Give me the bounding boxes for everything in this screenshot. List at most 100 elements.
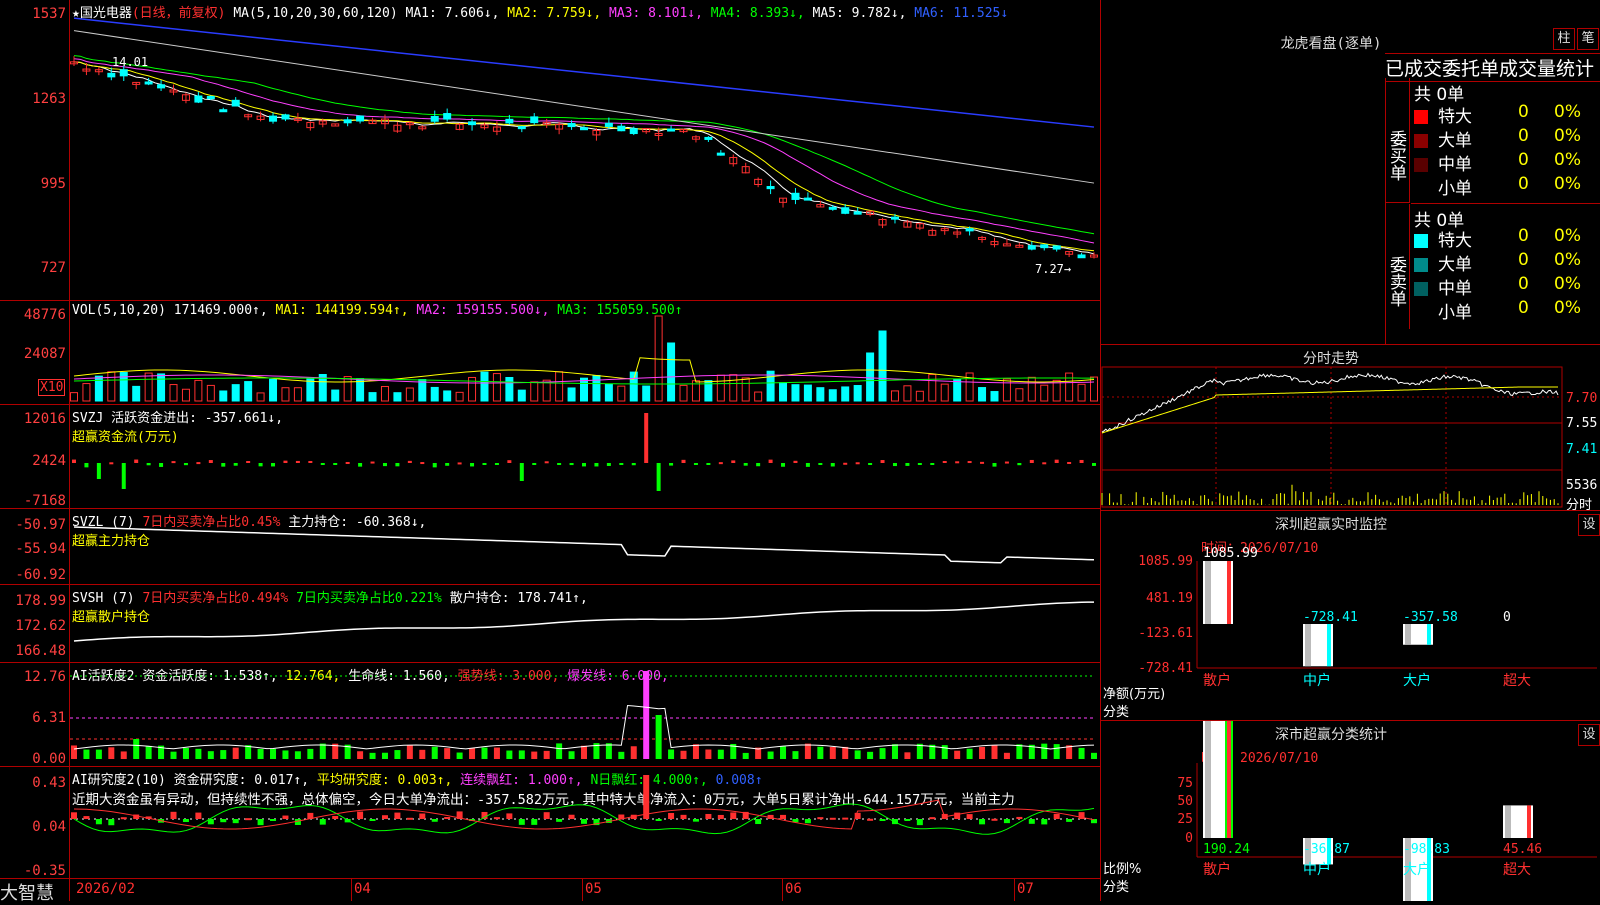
flow-bar [619,463,624,465]
flow-bar [843,462,848,465]
retail-holding-chart[interactable] [0,585,1100,663]
activity-bar [294,751,301,759]
vol-bar [418,379,427,402]
category-bar-edge [1527,805,1531,838]
order-type: 特大 [1438,231,1472,251]
research-chart[interactable] [0,767,1100,879]
candle [629,128,638,135]
flow-bar [1029,459,1034,463]
order-count: 0 [1518,274,1529,294]
flow-bar [905,463,910,466]
research-bar [381,815,388,819]
research-pane[interactable]: 0.43 0.04 -0.35 AI研究度2(10) 资金研究度: 0.017↑… [0,766,1100,879]
price-pane[interactable]: 1537 1263 995 727 ★国光电器(日线，前复权) MA(5,10,… [0,0,1100,300]
activity-bar [966,748,973,759]
activity-bar [493,747,500,759]
flow-bar [320,463,325,465]
research-bar [643,775,650,819]
bar-ytick: 481.19 [1146,591,1193,606]
svzj-pane[interactable]: 12016 2424 -7168 SVZJ 活跃资金进出: -357.661↓,… [0,404,1100,509]
brand-logo[interactable]: 大智慧 [0,879,68,905]
order-count: 0 [1518,102,1529,122]
order-count: 0 [1518,298,1529,318]
intraday-chart[interactable] [1101,345,1600,511]
main-holding-line [73,526,1095,564]
vol-bar [505,377,514,402]
flow-bar [756,463,761,467]
activity-chart[interactable] [0,663,1100,767]
order-row: 小单 0 0% [1414,298,1600,323]
research-bar [431,819,438,822]
flow-bar [146,463,151,466]
color-swatch [1414,258,1428,272]
flow-bar [295,460,300,463]
activity-bar [120,751,127,759]
volume-pane[interactable]: 48776 24087 X10 VOL(5,10,20) 171469.000↑… [0,300,1100,405]
flow-bar [271,463,276,467]
candle [530,116,539,124]
research-bar [493,817,500,820]
candle [716,152,725,156]
vol-bar [567,387,576,402]
color-swatch [1414,134,1428,148]
intra-vol-tick: 5536 [1566,478,1598,493]
activity-bar [643,671,650,759]
fund-flow-chart[interactable] [0,405,1100,509]
classify-bar-chart[interactable]: 75 50 25 0 190.24 散户 -36.87 中户 -98.83 大户 45.46 超大 [1101,721,1600,901]
order-type: 特大 [1438,107,1472,127]
research-bar [282,815,289,819]
activity-bar [680,750,687,759]
activity-bar [1091,752,1097,759]
svsh-pane[interactable]: 178.99 172.62 166.48 SVSH (7) 7日内买卖净占比0.… [0,584,1100,663]
activity-bar [630,746,637,759]
main-holding-chart[interactable] [0,509,1100,585]
candle [1052,245,1061,250]
classify-xlabel: 分类 [1103,880,1130,895]
vol-bar [754,391,763,402]
flow-bar [470,463,475,467]
svzl-pane[interactable]: -50.97 -55.94 -60.92 SVZL (7) 7日内买卖净占比0.… [0,508,1100,585]
activity-pane[interactable]: 12.76 6.31 0.00 AI活跃度2 资金活跃度: 1.538↑, 12… [0,662,1100,767]
flow-bar [693,463,698,465]
bar-mode-button[interactable]: 柱 [1553,28,1575,50]
sell-side-label: 委卖单 [1386,204,1410,329]
vol-bar [70,392,78,402]
flow-bar [917,463,922,465]
monitor-bar-chart[interactable]: 1085.99 481.19 -123.61 -728.41 1085.99 散户 -728… [1101,511,1600,721]
research-bar [655,819,662,821]
flow-bar [967,461,972,464]
activity-bar [518,750,525,759]
longhu-panel[interactable]: 龙虎看盘(逐单) 柱 笔 已成交委托单成交量统计 委买单 委卖单 共 0单 共 … [1100,0,1600,344]
vol-bar [779,382,788,402]
flow-bar [532,463,537,465]
candlestick-chart[interactable] [0,0,1100,300]
classify-panel[interactable]: 深市超赢分类统计 设 时间：2026/07/10 75 50 25 0 190.24 散户… [1100,720,1600,901]
order-pct: 0% [1554,298,1581,318]
activity-bar [220,750,227,759]
vol-bar [741,377,750,402]
vol-bar [866,352,875,402]
flow-bar [980,461,985,464]
flow-bar [955,461,960,464]
category-label: 散户 [1203,672,1231,689]
candle [157,84,166,89]
flow-bar [159,463,164,467]
activity-bar [133,739,140,759]
research-bar [692,819,699,822]
vol-bar [107,371,116,402]
flow-bar [208,460,213,463]
flow-bar [507,460,512,463]
volume-chart[interactable] [0,301,1100,405]
vol-bar [940,383,949,402]
vol-bar [853,385,862,402]
activity-bar [319,743,326,759]
vol-bar [1002,378,1011,402]
monitor-panel[interactable]: 深圳超赢实时监控 设 时间：2026/07/10 1085.99 481.19 -1… [1100,510,1600,721]
bar-value-label: -728.41 [1303,610,1358,625]
activity-bar [556,743,563,759]
tick-mode-button[interactable]: 笔 [1577,28,1599,50]
chart-area[interactable]: 1537 1263 995 727 ★国光电器(日线，前复权) MA(5,10,… [0,0,1100,904]
intraday-panel[interactable]: 分时走势 7.70 7.55 7.41 5536 分时 [1100,344,1600,513]
x-tick: 2026/02 [76,881,136,897]
candle [580,127,588,131]
